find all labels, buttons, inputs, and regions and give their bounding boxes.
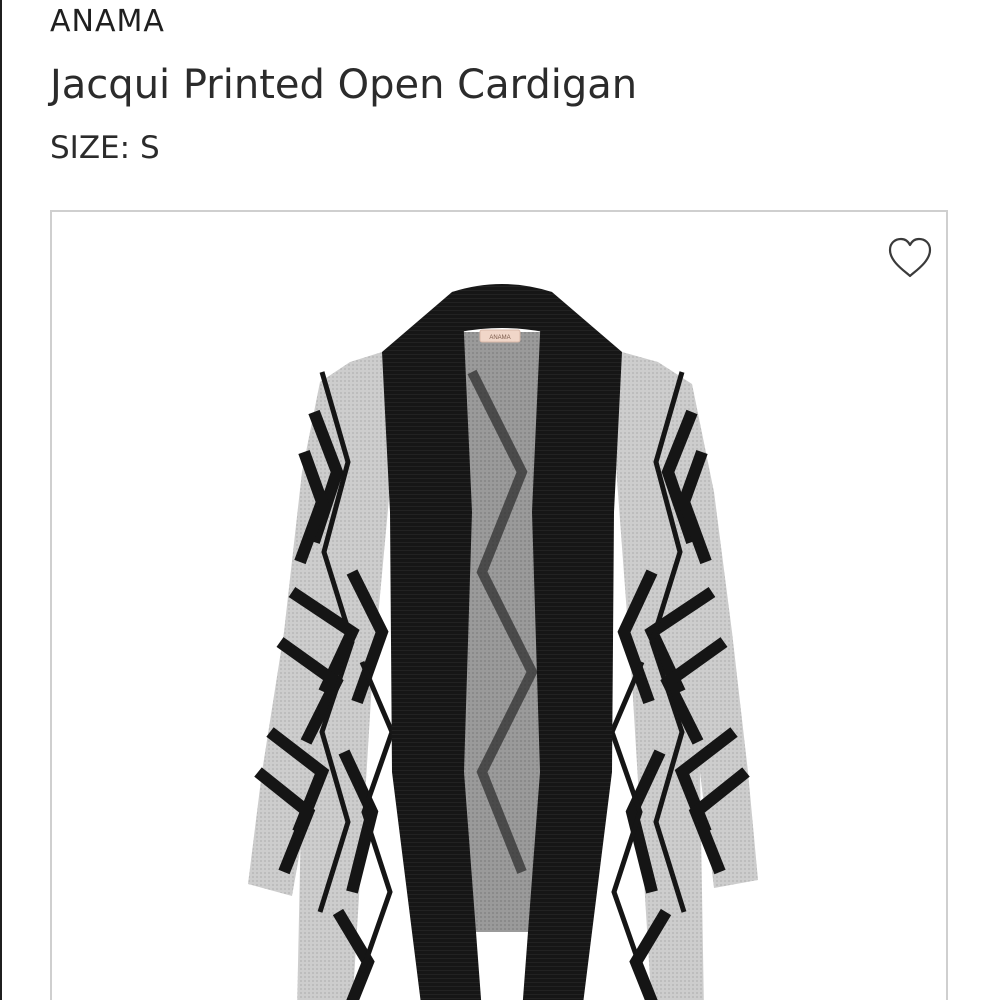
cardigan-image: ANAMA [248, 284, 758, 1000]
product-page: ANAMA Jacqui Printed Open Cardigan SIZE:… [0, 0, 1000, 1000]
left-border [0, 0, 2, 1000]
garment-tag-text: ANAMA [489, 335, 510, 341]
product-title: Jacqui Printed Open Cardigan [50, 62, 638, 108]
size-label: SIZE: S [50, 130, 160, 166]
product-image-card[interactable]: ANAMA [50, 210, 948, 1000]
brand-name[interactable]: ANAMA [50, 2, 165, 42]
heart-icon[interactable] [886, 236, 934, 280]
